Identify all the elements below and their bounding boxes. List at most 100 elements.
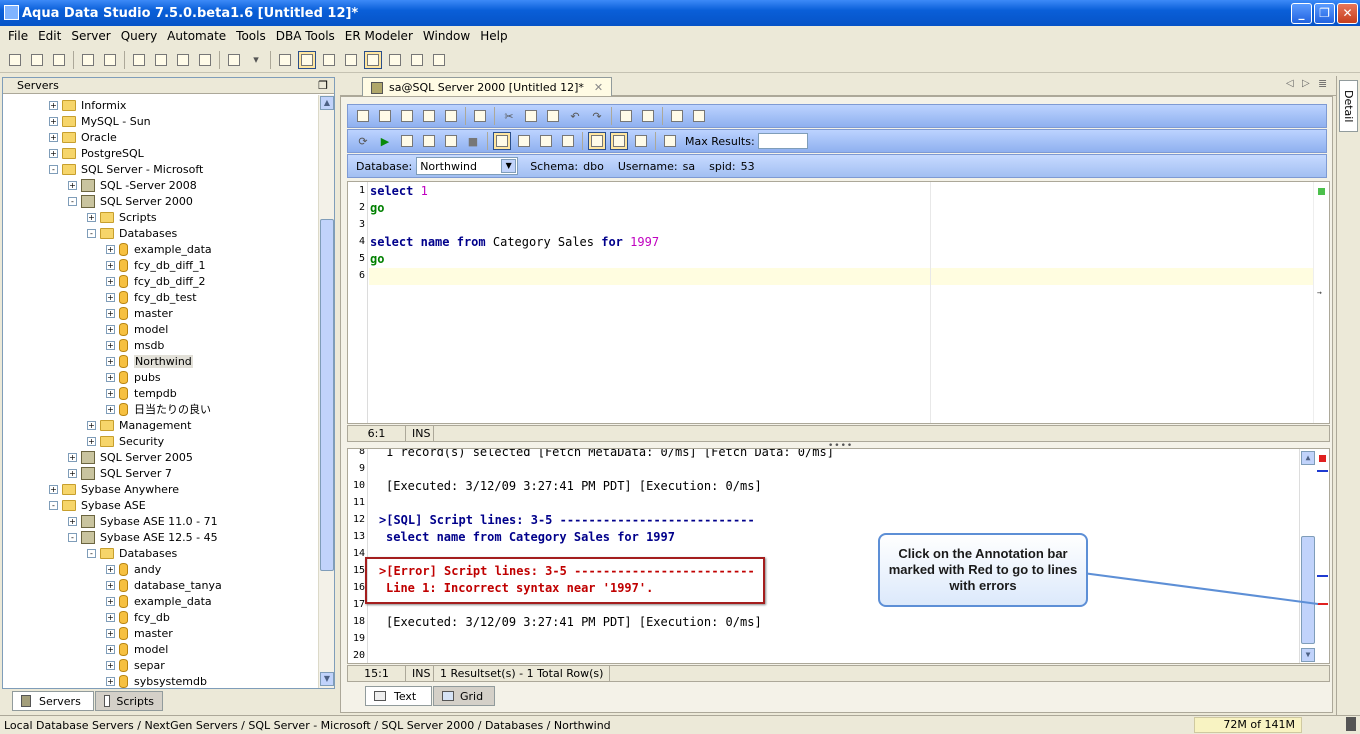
tree-item[interactable]: + model [106, 321, 168, 337]
error-status-marker[interactable] [1319, 455, 1326, 462]
editor-annotation-bar[interactable]: → [1313, 182, 1329, 423]
print-icon[interactable] [471, 107, 489, 125]
next-tab-icon[interactable]: ▷ [1302, 78, 1310, 89]
tree-item[interactable]: + MySQL - Sun [49, 113, 151, 129]
tree-item[interactable]: + Sybase ASE 11.0 - 71 [68, 513, 218, 529]
close-tab-icon[interactable]: ✕ [594, 81, 603, 94]
tree-item[interactable]: + master [106, 625, 173, 641]
print-icon[interactable] [276, 51, 294, 69]
tree-item[interactable]: + Northwind [106, 353, 193, 369]
cut-icon[interactable]: ✂ [500, 107, 518, 125]
expand-icon[interactable]: + [49, 100, 58, 110]
expand-icon[interactable]: + [49, 116, 58, 126]
tree-item[interactable]: - Databases [87, 225, 177, 241]
save-icon[interactable] [398, 107, 416, 125]
expand-icon[interactable]: + [106, 388, 115, 398]
sql-marker[interactable] [1317, 470, 1328, 472]
collapse-icon[interactable]: - [68, 196, 77, 206]
menu-edit[interactable]: Edit [34, 29, 65, 43]
tree-item[interactable]: + database_tanya [106, 577, 222, 593]
tree-item[interactable]: + fcy_db_diff_1 [106, 257, 206, 273]
paste-icon[interactable] [544, 107, 562, 125]
collapse-icon[interactable]: - [68, 532, 77, 542]
minimize-button[interactable]: _ [1291, 3, 1312, 24]
save-all-icon[interactable] [442, 107, 460, 125]
copy-icon[interactable] [522, 107, 540, 125]
expand-icon[interactable]: + [87, 436, 96, 446]
tree-item[interactable]: - SQL Server 2000 [68, 193, 193, 209]
commit-icon[interactable] [515, 132, 533, 150]
maximize-button[interactable]: ❐ [1314, 3, 1335, 24]
tree-scrollbar[interactable]: ▲ ▼ [318, 95, 334, 688]
menu-query[interactable]: Query [117, 29, 161, 43]
menu-automate[interactable]: Automate [163, 29, 230, 43]
expand-icon[interactable]: + [106, 340, 115, 350]
tab-servers[interactable]: Servers [12, 691, 94, 711]
expand-icon[interactable]: + [106, 292, 115, 302]
results-options-icon[interactable] [632, 132, 650, 150]
tree-item[interactable]: + model [106, 641, 168, 657]
tab-grid[interactable]: Grid [433, 686, 495, 706]
expand-icon[interactable]: + [106, 276, 115, 286]
new-file-icon[interactable] [354, 107, 372, 125]
save-as-icon[interactable] [420, 107, 438, 125]
tree-item[interactable]: + andy [106, 561, 161, 577]
tree-item[interactable]: - Sybase ASE [49, 497, 146, 513]
menu-file[interactable]: File [4, 29, 32, 43]
results-text-output[interactable]: 8 9 10 11 12 13 14 15 16 17 18 19 20 1 record(s) sel… [347, 448, 1330, 664]
format-2-icon[interactable] [690, 107, 708, 125]
tree-item[interactable]: + SQL Server 2005 [68, 449, 193, 465]
expand-icon[interactable]: + [106, 260, 115, 270]
max-results-input[interactable] [757, 133, 808, 149]
results-text-icon[interactable] [610, 132, 628, 150]
expand-icon[interactable]: + [106, 564, 115, 574]
expand-icon[interactable]: + [68, 452, 77, 462]
expand-icon[interactable]: + [68, 516, 77, 526]
explain-icon[interactable] [559, 132, 577, 150]
disconnect-icon[interactable] [101, 51, 119, 69]
close-button[interactable]: ✕ [1337, 3, 1358, 24]
tab-scripts[interactable]: Scripts [95, 691, 163, 711]
menu-server[interactable]: Server [67, 29, 114, 43]
menu-window[interactable]: Window [419, 29, 474, 43]
expand-icon[interactable]: + [68, 468, 77, 478]
tab-text[interactable]: Text [365, 686, 432, 706]
tree-item[interactable]: - Databases [87, 545, 177, 561]
expand-icon[interactable]: + [106, 404, 115, 414]
scroll-up-button[interactable]: ▲ [320, 96, 334, 110]
rollback-icon[interactable] [537, 132, 555, 150]
layout-6-icon[interactable] [408, 51, 426, 69]
menu-dba-tools[interactable]: DBA Tools [272, 29, 339, 43]
new-icon[interactable] [6, 51, 24, 69]
restore-panel-icon[interactable]: ❐ [318, 78, 328, 93]
tree-item[interactable]: + msdb [106, 337, 164, 353]
execute-icon[interactable]: ▶ [376, 132, 394, 150]
tree-item[interactable]: + example_data [106, 593, 212, 609]
expand-icon[interactable]: + [87, 212, 96, 222]
doc-tab[interactable]: sa@SQL Server 2000 [Untitled 12]* ✕ [362, 77, 612, 97]
connect-icon[interactable] [79, 51, 97, 69]
layout-4-icon[interactable] [364, 50, 382, 69]
tree-item[interactable]: + Management [87, 417, 191, 433]
tree-item[interactable]: + master [106, 305, 173, 321]
tree-item[interactable]: + Oracle [49, 129, 117, 145]
garbage-collect-icon[interactable] [1346, 717, 1356, 731]
tab-detail[interactable]: Detail [1339, 80, 1358, 132]
tree-item[interactable]: + pubs [106, 369, 161, 385]
tree-item[interactable]: + SQL -Server 2008 [68, 177, 197, 193]
execute-edit-icon[interactable] [398, 132, 416, 150]
stop-icon[interactable]: ■ [464, 132, 482, 150]
tree-item[interactable]: - SQL Server - Microsoft [49, 161, 203, 177]
layout-2-icon[interactable] [320, 51, 338, 69]
menu-er-modeler[interactable]: ER Modeler [341, 29, 417, 43]
expand-icon[interactable]: + [49, 132, 58, 142]
scroll-up-button[interactable]: ▲ [1301, 451, 1315, 465]
find-icon[interactable] [617, 107, 635, 125]
expand-icon[interactable]: + [106, 628, 115, 638]
expand-icon[interactable]: + [106, 596, 115, 606]
annotation-bar[interactable] [1315, 449, 1329, 663]
collapse-icon[interactable]: - [49, 164, 58, 174]
tree-item[interactable]: + SQL Server 7 [68, 465, 172, 481]
expand-icon[interactable]: + [49, 148, 58, 158]
database-select[interactable]: Northwind ▼ [416, 157, 519, 175]
